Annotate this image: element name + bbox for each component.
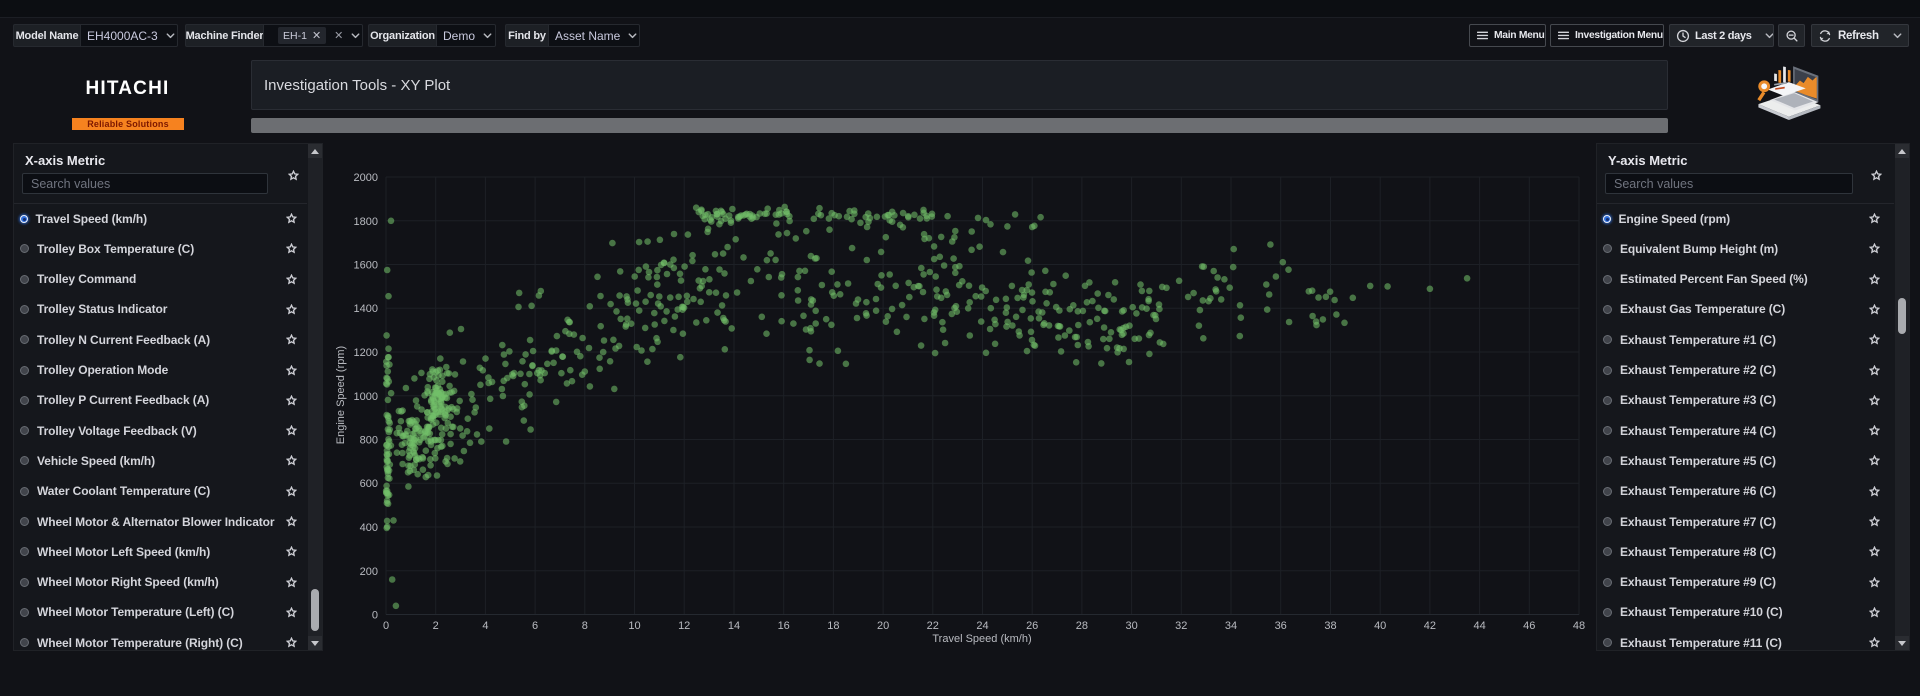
svg-text:14: 14 [728,620,740,632]
svg-text:16: 16 [778,620,790,632]
svg-text:Travel Speed (km/h): Travel Speed (km/h) [932,633,1031,645]
svg-text:18: 18 [827,620,839,632]
svg-text:1200: 1200 [354,347,378,359]
svg-text:400: 400 [360,522,378,534]
svg-text:6: 6 [532,620,538,632]
svg-text:1000: 1000 [354,391,378,403]
svg-text:0: 0 [372,610,378,622]
svg-text:48: 48 [1573,620,1585,632]
svg-text:40: 40 [1374,620,1386,632]
svg-text:28: 28 [1076,620,1088,632]
svg-text:10: 10 [628,620,640,632]
svg-text:36: 36 [1275,620,1287,632]
svg-text:0: 0 [383,620,389,632]
svg-text:2: 2 [433,620,439,632]
svg-text:2000: 2000 [354,172,378,184]
svg-text:34: 34 [1225,620,1237,632]
svg-text:1600: 1600 [354,260,378,272]
svg-text:38: 38 [1324,620,1336,632]
svg-text:8: 8 [582,620,588,632]
svg-text:1400: 1400 [354,303,378,315]
svg-text:800: 800 [360,435,378,447]
svg-text:32: 32 [1175,620,1187,632]
svg-text:4: 4 [482,620,488,632]
svg-text:1800: 1800 [354,216,378,228]
svg-text:42: 42 [1424,620,1436,632]
svg-text:46: 46 [1523,620,1535,632]
svg-text:20: 20 [877,620,889,632]
svg-text:22: 22 [927,620,939,632]
svg-text:200: 200 [360,566,378,578]
svg-text:600: 600 [360,478,378,490]
svg-text:44: 44 [1473,620,1485,632]
svg-text:12: 12 [678,620,690,632]
svg-text:Engine Speed (rpm): Engine Speed (rpm) [335,346,347,444]
svg-text:30: 30 [1125,620,1137,632]
svg-text:26: 26 [1026,620,1038,632]
svg-text:24: 24 [976,620,988,632]
